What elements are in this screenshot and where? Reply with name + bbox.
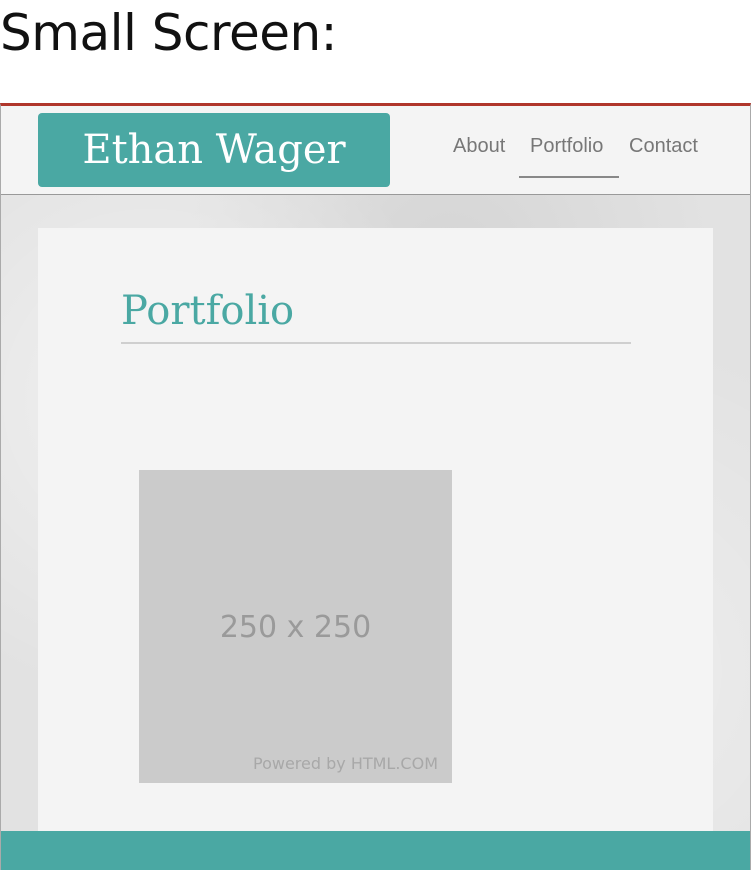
placeholder-credit: Powered by HTML.COM [253, 754, 438, 773]
title-divider [121, 342, 631, 344]
placeholder-size-text: 250 x 250 [219, 610, 372, 645]
nav-link-contact[interactable]: Contact [629, 135, 698, 158]
site-footer [1, 831, 750, 870]
screen-size-caption: Small Screen: [0, 4, 338, 62]
nav-link-about[interactable]: About [453, 135, 505, 158]
portfolio-image-placeholder[interactable]: 250 x 250 Powered by HTML.COM [139, 470, 452, 783]
active-nav-indicator [519, 176, 619, 178]
content-card: Portfolio 250 x 250 Powered by HTML.COM [38, 228, 713, 868]
browser-viewport: Ethan Wager About Portfolio Contact Port… [0, 103, 751, 870]
nav-link-portfolio[interactable]: Portfolio [530, 135, 603, 158]
site-header: Ethan Wager About Portfolio Contact [1, 106, 750, 195]
page-title: Portfolio [121, 288, 295, 334]
site-brand-logo[interactable]: Ethan Wager [38, 113, 390, 187]
